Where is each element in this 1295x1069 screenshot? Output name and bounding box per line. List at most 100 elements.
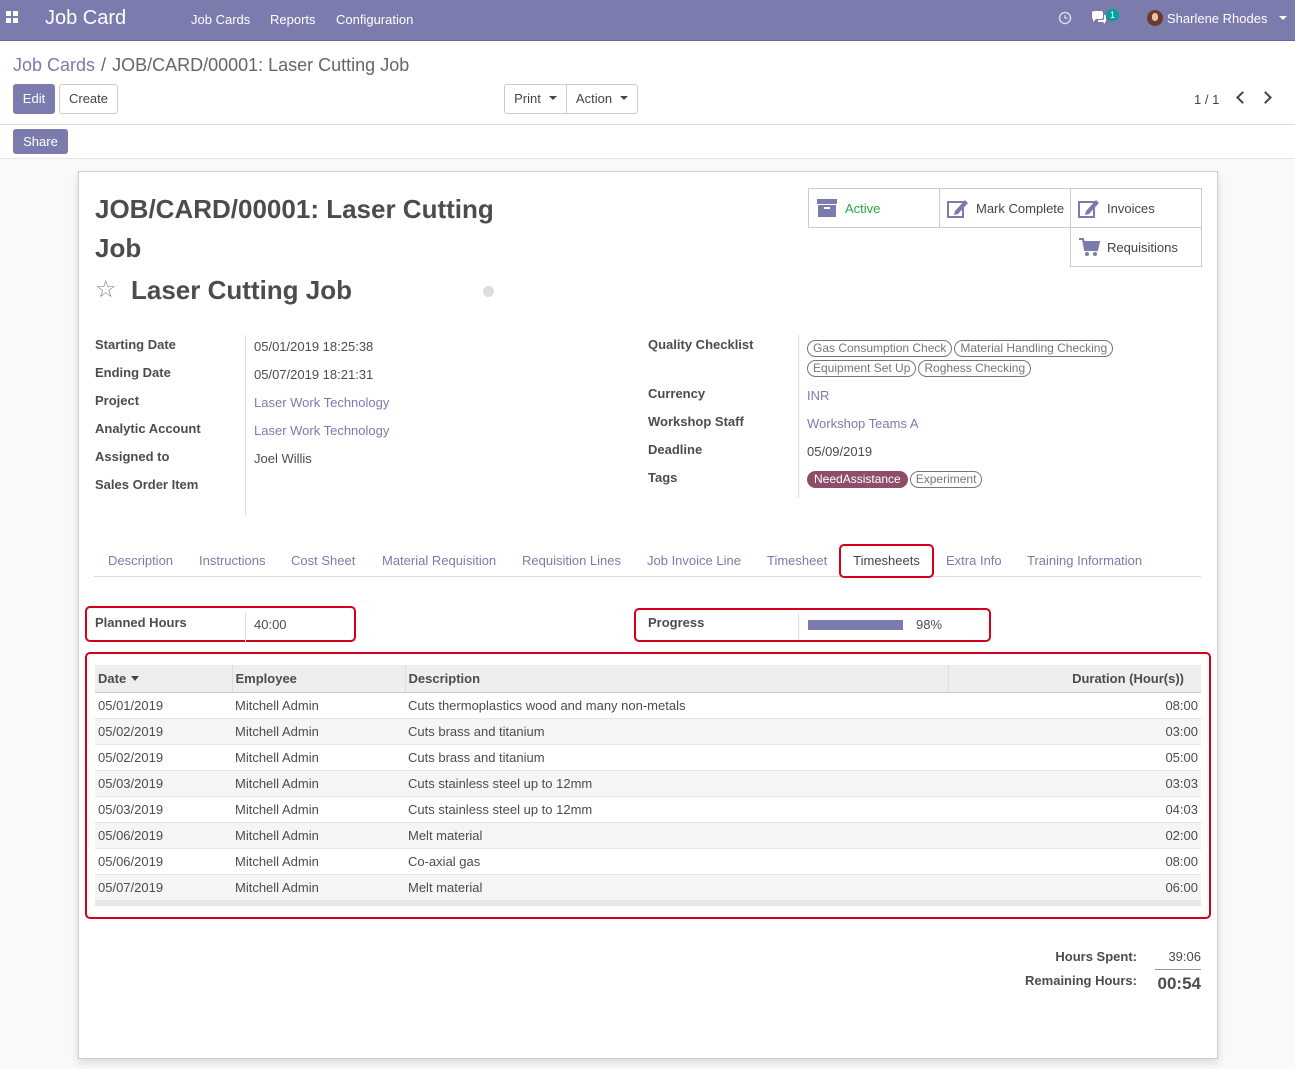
- active-toggle-button[interactable]: Active: [808, 188, 940, 228]
- checklist-tag[interactable]: Equipment Set Up: [807, 360, 917, 377]
- edit-button[interactable]: Edit: [13, 84, 55, 114]
- tab-extra-info[interactable]: Extra Info: [946, 553, 1002, 568]
- tab-material-requisition[interactable]: Material Requisition: [382, 553, 496, 568]
- menu-reports[interactable]: Reports: [270, 12, 316, 27]
- archive-box-icon: [817, 199, 837, 217]
- table-row[interactable]: 05/07/2019 Mitchell Admin Melt material …: [95, 874, 1201, 901]
- tab-description[interactable]: Description: [108, 553, 173, 568]
- menu-job-cards[interactable]: Job Cards: [191, 12, 250, 27]
- checklist-tag[interactable]: Roghess Checking: [918, 360, 1032, 377]
- row-duration: 05:00: [948, 744, 1201, 771]
- activity-clock-icon[interactable]: [1058, 11, 1072, 25]
- tab-timesheets[interactable]: Timesheets: [839, 544, 934, 578]
- chevron-down-icon: [548, 95, 557, 100]
- record-name: Laser Cutting Job: [131, 275, 353, 305]
- menu-configuration[interactable]: Configuration: [336, 12, 413, 27]
- table-row[interactable]: 05/06/2019 Mitchell Admin Co-axial gas 0…: [95, 848, 1201, 875]
- active-label: Active: [845, 201, 881, 216]
- tab-job-invoice-line[interactable]: Job Invoice Line: [647, 553, 741, 568]
- row-employee: Mitchell Admin: [232, 718, 405, 745]
- hours-spent-value: 39:06: [1168, 949, 1201, 964]
- table-row[interactable]: 05/02/2019 Mitchell Admin Cuts brass and…: [95, 744, 1201, 771]
- user-menu[interactable]: Sharlene Rhodes: [1167, 11, 1288, 26]
- chevron-down-icon: [1279, 15, 1288, 20]
- chevron-down-icon: [620, 95, 629, 100]
- previous-record-icon[interactable]: [1236, 91, 1249, 104]
- row-employee: Mitchell Admin: [232, 692, 405, 719]
- messages-chat-icon[interactable]: [1091, 11, 1107, 25]
- tabs-divider: [94, 576, 1201, 577]
- currency-link[interactable]: INR: [807, 388, 829, 403]
- mark-complete-button[interactable]: Mark Complete: [939, 188, 1071, 228]
- favorite-star-icon[interactable]: ☆: [95, 278, 117, 302]
- row-employee: Mitchell Admin: [232, 770, 405, 797]
- column-header-employee[interactable]: Employee: [231, 665, 405, 693]
- field-label: Assigned to: [95, 449, 170, 464]
- invoices-button[interactable]: Invoices: [1070, 188, 1202, 228]
- row-date: 05/03/2019: [95, 770, 232, 797]
- action-label: Action: [575, 91, 613, 106]
- apps-grid-icon[interactable]: [6, 11, 20, 25]
- print-dropdown[interactable]: Print: [504, 84, 567, 114]
- workshop-staff-link[interactable]: Workshop Teams A: [807, 416, 919, 431]
- table-header-row: Date Employee Description Duration (Hour…: [95, 665, 1201, 693]
- action-dropdown[interactable]: Action: [566, 84, 638, 114]
- row-employee: Mitchell Admin: [232, 796, 405, 823]
- requisitions-button[interactable]: Requisitions: [1070, 227, 1202, 267]
- column-header-description[interactable]: Description: [404, 665, 948, 693]
- column-header-duration[interactable]: Duration (Hour(s)): [947, 665, 1201, 693]
- row-description: Cuts brass and titanium: [405, 718, 948, 745]
- breadcrumb-parent[interactable]: Job Cards: [13, 55, 95, 75]
- field-label: Workshop Staff: [648, 414, 744, 429]
- ending-date-value: 05/07/2019 18:21:31: [254, 367, 374, 382]
- row-date: 05/07/2019: [95, 874, 232, 901]
- requisitions-label: Requisitions: [1107, 240, 1178, 255]
- app-title: Job Card: [45, 7, 127, 29]
- next-record-icon[interactable]: [1259, 91, 1272, 104]
- tab-cost-sheet[interactable]: Cost Sheet: [291, 553, 355, 568]
- checklist-tag[interactable]: Gas Consumption Check: [807, 340, 953, 357]
- project-link[interactable]: Laser Work Technology: [254, 395, 389, 410]
- row-duration: 03:03: [948, 770, 1201, 797]
- table-row[interactable]: 05/03/2019 Mitchell Admin Cuts stainless…: [95, 770, 1201, 797]
- pager-value[interactable]: 1 / 1: [1194, 92, 1219, 107]
- progress-bar: [808, 620, 903, 630]
- assigned-to-value: Joel Willis: [254, 451, 312, 466]
- checklist-tag[interactable]: Material Handling Checking: [954, 340, 1114, 357]
- table-row[interactable]: 05/03/2019 Mitchell Admin Cuts stainless…: [95, 796, 1201, 823]
- field-separator: [798, 335, 799, 498]
- tab-requisition-lines[interactable]: Requisition Lines: [522, 553, 621, 568]
- row-duration: 02:00: [948, 822, 1201, 849]
- field-label: Sales Order Item: [95, 477, 199, 492]
- kanban-state-dot[interactable]: [483, 286, 494, 297]
- totals-divider: [1155, 969, 1201, 970]
- create-button[interactable]: Create: [59, 84, 118, 114]
- edit-pencil-icon: [947, 200, 968, 218]
- tab-instructions[interactable]: Instructions: [199, 553, 265, 568]
- tab-timesheet[interactable]: Timesheet: [767, 553, 827, 568]
- tag-need-assistance[interactable]: NeedAssistance: [807, 471, 908, 488]
- field-label: Project: [95, 393, 140, 408]
- row-date: 05/02/2019: [95, 718, 232, 745]
- user-avatar[interactable]: [1147, 10, 1163, 26]
- row-date: 05/02/2019: [95, 744, 232, 771]
- row-description: Cuts brass and titanium: [405, 744, 948, 771]
- table-row[interactable]: 05/01/2019 Mitchell Admin Cuts thermopla…: [95, 692, 1201, 719]
- control-panel-divider: [0, 124, 1295, 125]
- column-header-label: Date: [98, 670, 127, 686]
- analytic-account-link[interactable]: Laser Work Technology: [254, 423, 389, 438]
- messages-count-badge: 1: [1106, 9, 1120, 21]
- field-separator: [798, 613, 799, 640]
- shopping-cart-icon: [1079, 238, 1100, 256]
- record-title: JOB/CARD/00001: Laser Cutting Job: [95, 194, 494, 263]
- share-button[interactable]: Share: [13, 129, 68, 154]
- tag-experiment[interactable]: Experiment: [909, 471, 983, 488]
- field-label: Deadline: [648, 442, 703, 457]
- tab-training-information[interactable]: Training Information: [1027, 553, 1142, 568]
- column-header-date[interactable]: Date: [95, 665, 232, 693]
- table-row[interactable]: 05/06/2019 Mitchell Admin Melt material …: [95, 822, 1201, 849]
- table-footer-row: [95, 900, 1201, 906]
- starting-date-value: 05/01/2019 18:25:38: [254, 339, 374, 354]
- tags-list: NeedAssistance Experiment: [807, 471, 984, 488]
- table-row[interactable]: 05/02/2019 Mitchell Admin Cuts brass and…: [95, 718, 1201, 745]
